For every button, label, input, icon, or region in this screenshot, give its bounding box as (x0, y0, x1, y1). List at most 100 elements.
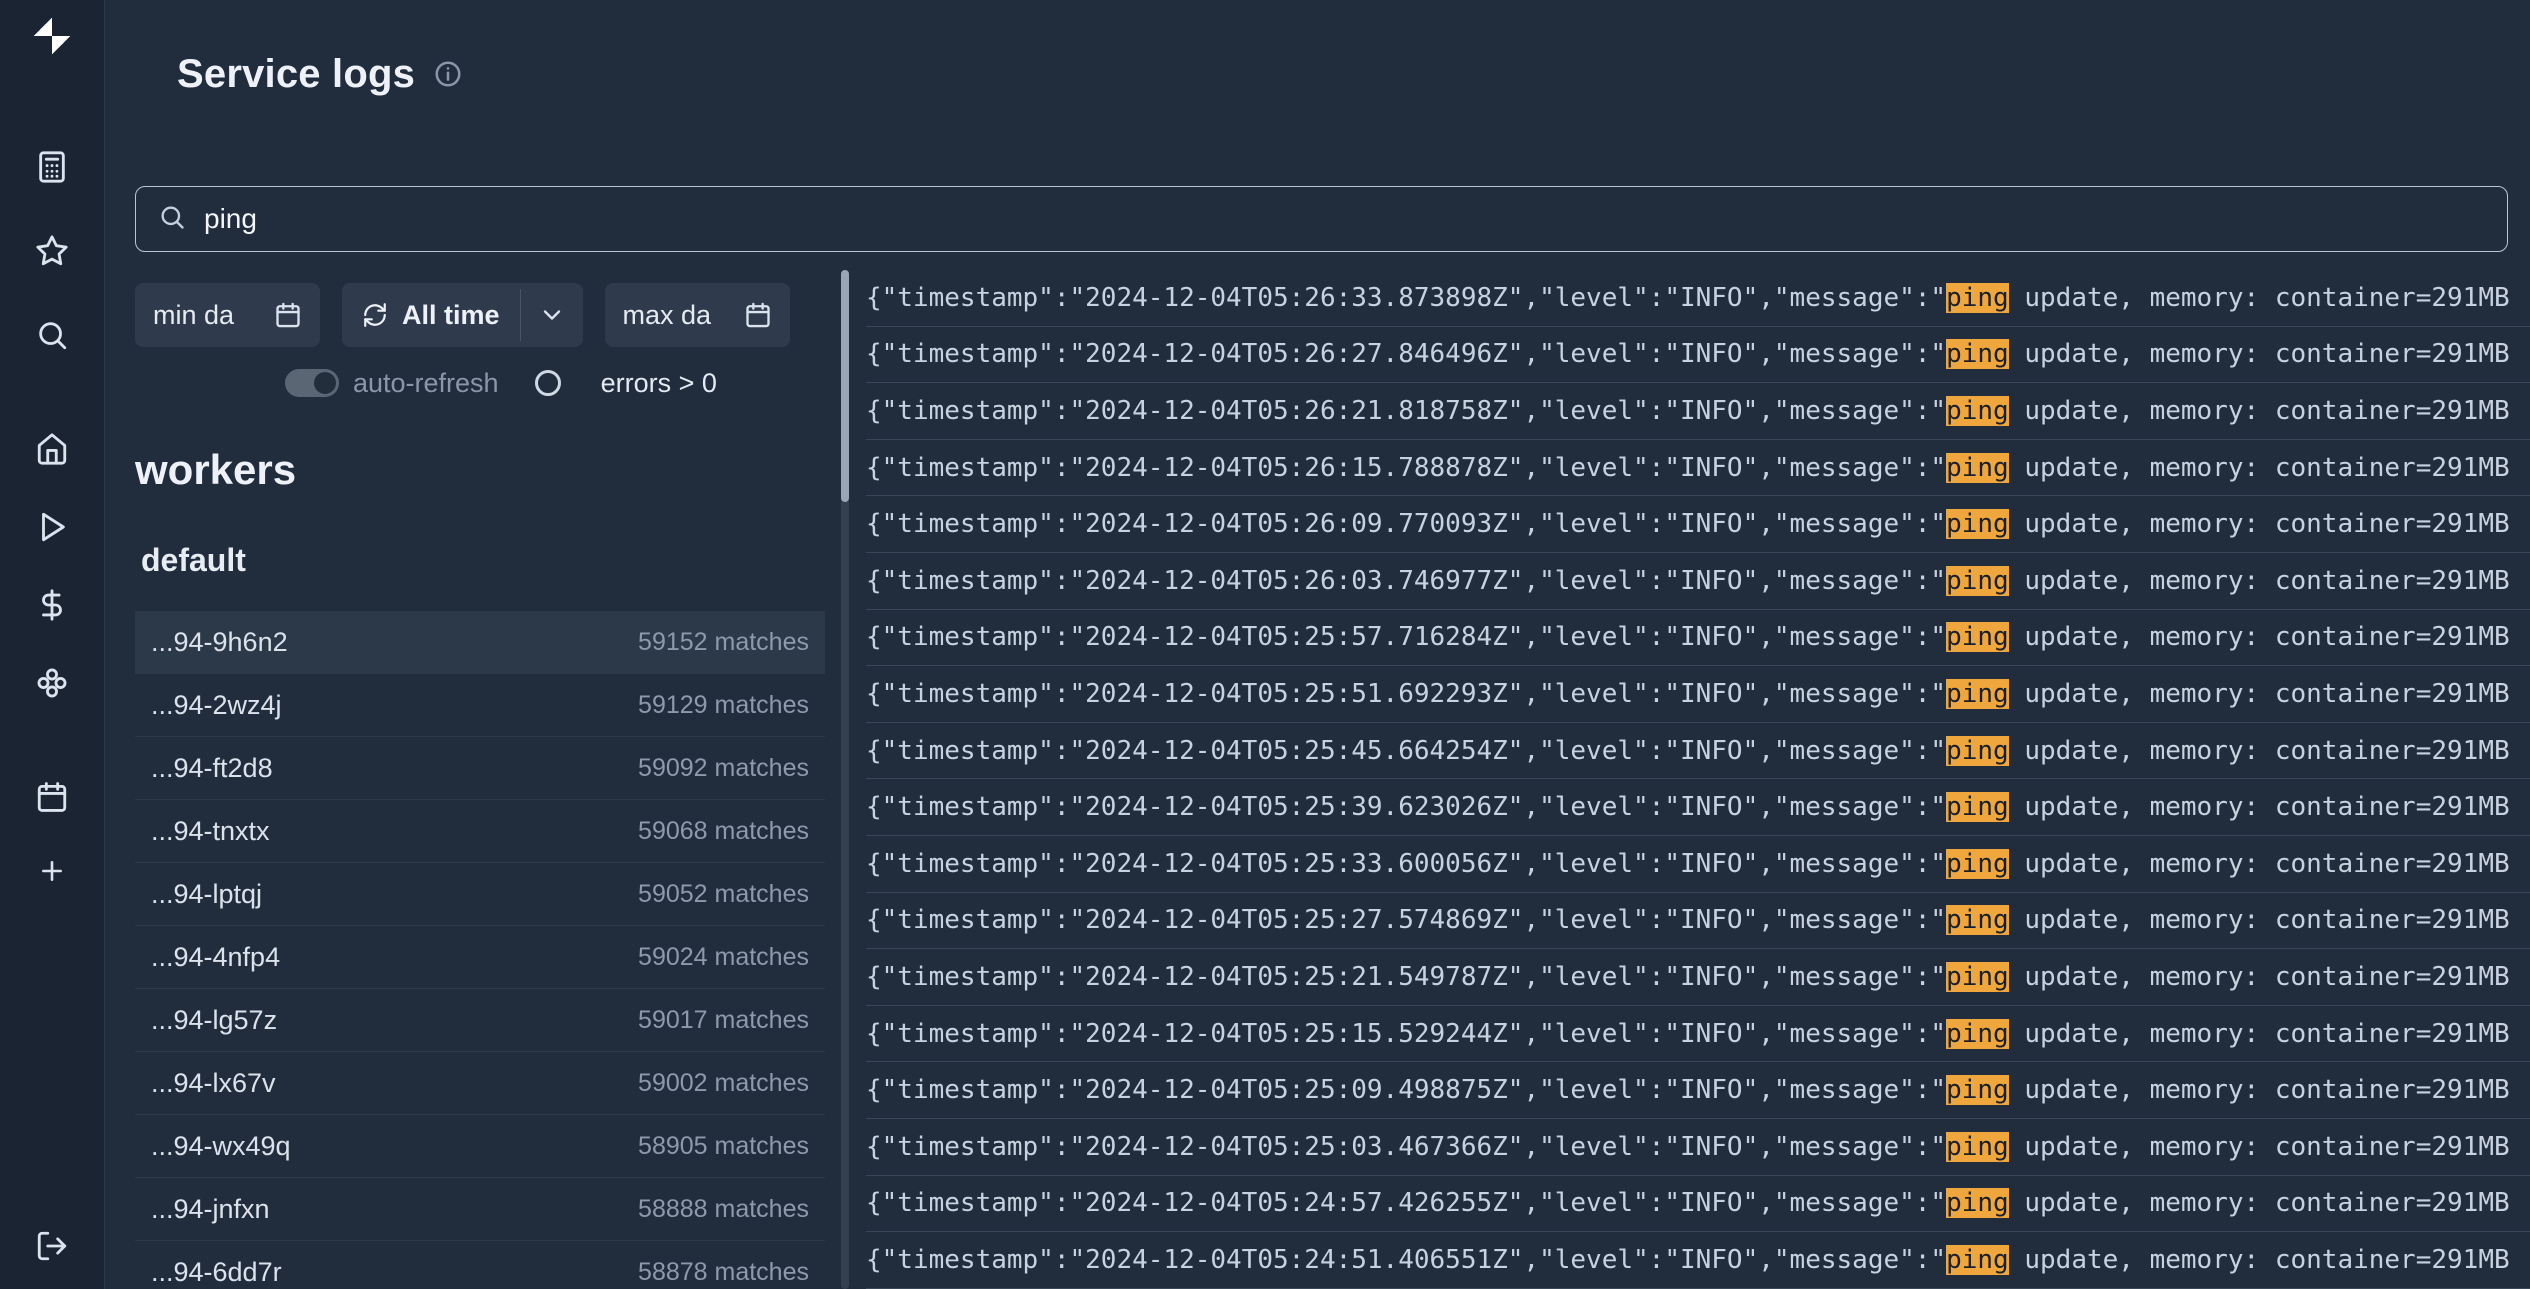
log-text: update, memory: container=291MB (2009, 622, 2510, 652)
worker-match-count: 59068 matches (638, 817, 809, 846)
min-date-label: min da (153, 300, 234, 331)
log-row: {"timestamp":"2024-12-04T05:26:27.846496… (866, 327, 2530, 384)
log-panel: {"timestamp":"2024-12-04T05:26:33.873898… (838, 270, 2530, 1289)
log-text: update, memory: container=291MB (2009, 1132, 2510, 1162)
max-date-button[interactable]: max da (605, 283, 790, 347)
search-match-highlight: ping (1946, 905, 2009, 935)
flower-icon[interactable] (35, 666, 69, 700)
log-text: {"timestamp":"2024-12-04T05:25:57.716284… (866, 622, 1946, 652)
worker-match-count: 59017 matches (638, 1006, 809, 1035)
search-match-highlight: ping (1946, 566, 2009, 596)
play-icon[interactable] (35, 510, 69, 544)
time-range-dropdown[interactable]: All time (342, 283, 583, 347)
errors-toggle-label: errors > 0 (601, 368, 717, 399)
log-row: {"timestamp":"2024-12-04T05:26:03.746977… (866, 553, 2530, 610)
worker-row[interactable]: ...94-lx67v59002 matches (135, 1052, 825, 1115)
log-text: update, memory: container=291MB (2009, 792, 2510, 822)
log-list: {"timestamp":"2024-12-04T05:26:33.873898… (866, 270, 2530, 1289)
worker-match-count: 58905 matches (638, 1132, 809, 1161)
log-row: {"timestamp":"2024-12-04T05:25:15.529244… (866, 1006, 2530, 1063)
log-text: update, memory: container=291MB (2009, 509, 2510, 539)
worker-match-count: 59024 matches (638, 943, 809, 972)
worker-match-count: 59152 matches (638, 628, 809, 657)
log-text: {"timestamp":"2024-12-04T05:26:03.746977… (866, 566, 1946, 596)
worker-id: ...94-jnfxn (151, 1194, 270, 1225)
calendar-icon (744, 301, 772, 329)
worker-row[interactable]: ...94-wx49q58905 matches (135, 1115, 825, 1178)
log-text: update, memory: container=291MB (2009, 396, 2510, 426)
search-icon (158, 203, 186, 236)
log-text: update, memory: container=291MB (2009, 339, 2510, 369)
refresh-icon (362, 302, 388, 328)
log-text: update, memory: container=291MB (2009, 736, 2510, 766)
min-date-button[interactable]: min da (135, 283, 320, 347)
log-text: update, memory: container=291MB (2009, 1019, 2510, 1049)
log-text: update, memory: container=291MB (2009, 453, 2510, 483)
search-match-highlight: ping (1946, 679, 2009, 709)
log-text: update, memory: container=291MB (2009, 1075, 2510, 1105)
worker-row[interactable]: ...94-lptqj59052 matches (135, 863, 825, 926)
errors-toggle[interactable] (533, 369, 587, 397)
plus-icon[interactable] (39, 858, 65, 884)
worker-row[interactable]: ...94-lg57z 59017 matches (135, 989, 825, 1052)
log-text: {"timestamp":"2024-12-04T05:24:51.406551… (866, 1245, 1946, 1275)
logout-icon[interactable] (35, 1229, 69, 1263)
log-scrollbar (838, 270, 852, 1289)
calendar-icon[interactable] (35, 780, 69, 814)
worker-row[interactable]: ...94-jnfxn58888 matches (135, 1178, 825, 1241)
app-window: Service logs (0, 0, 2530, 1289)
info-icon[interactable] (433, 59, 463, 94)
worker-match-count: 59052 matches (638, 880, 809, 909)
scrollbar-thumb[interactable] (841, 270, 849, 502)
search-match-highlight: ping (1946, 849, 2009, 879)
log-row: {"timestamp":"2024-12-04T05:26:15.788878… (866, 440, 2530, 497)
search-match-highlight: ping (1946, 622, 2009, 652)
log-row: {"timestamp":"2024-12-04T05:25:21.549787… (866, 949, 2530, 1006)
search-match-highlight: ping (1946, 962, 2009, 992)
calculator-icon[interactable] (35, 150, 69, 184)
search-match-highlight: ping (1946, 283, 2009, 313)
log-text: {"timestamp":"2024-12-04T05:25:09.498875… (866, 1075, 1946, 1105)
log-row: {"timestamp":"2024-12-04T05:24:51.406551… (866, 1232, 2530, 1289)
dollar-icon[interactable] (35, 588, 69, 622)
log-row: {"timestamp":"2024-12-04T05:25:09.498875… (866, 1062, 2530, 1119)
worker-id: ...94-4nfp4 (151, 942, 280, 973)
worker-row[interactable]: ...94-ft2d8 59092 matches (135, 737, 825, 800)
search-match-highlight: ping (1946, 1019, 2009, 1049)
log-text: {"timestamp":"2024-12-04T05:26:09.770093… (866, 509, 1946, 539)
worker-row[interactable]: ...94-2wz4j59129 matches (135, 674, 825, 737)
time-range-main[interactable]: All time (342, 283, 520, 347)
home-icon[interactable] (35, 432, 69, 466)
log-text: update, memory: container=291MB (2009, 1245, 2510, 1275)
search-match-highlight: ping (1946, 339, 2009, 369)
worker-id: ...94-ft2d8 (151, 753, 273, 784)
worker-match-count: 59092 matches (638, 754, 809, 783)
log-row: {"timestamp":"2024-12-04T05:25:57.716284… (866, 610, 2530, 667)
auto-refresh-toggle[interactable] (285, 369, 339, 397)
search-match-highlight: ping (1946, 1188, 2009, 1218)
max-date-label: max da (623, 300, 712, 331)
log-text: {"timestamp":"2024-12-04T05:25:21.549787… (866, 962, 1946, 992)
sidebar (0, 0, 105, 1289)
time-range-expand-button[interactable] (521, 283, 583, 347)
search-icon[interactable] (35, 318, 69, 352)
log-text: update, memory: container=291MB (2009, 905, 2510, 935)
page-title: Service logs (177, 50, 415, 98)
search-match-highlight: ping (1946, 509, 2009, 539)
main-panel: Service logs (105, 0, 2530, 1289)
log-text: {"timestamp":"2024-12-04T05:26:33.873898… (866, 283, 1946, 313)
worker-id: ...94-lg57z (151, 1005, 277, 1036)
worker-row[interactable]: ...94-9h6n259152 matches (135, 611, 825, 674)
log-row: {"timestamp":"2024-12-04T05:26:21.818758… (866, 383, 2530, 440)
worker-row[interactable]: ...94-tnxtx59068 matches (135, 800, 825, 863)
search-match-highlight: ping (1946, 453, 2009, 483)
log-row: {"timestamp":"2024-12-04T05:25:51.692293… (866, 666, 2530, 723)
app-logo-icon[interactable] (30, 14, 74, 58)
worker-list: ...94-9h6n259152 matches...94-2wz4j59129… (135, 611, 825, 1289)
search-input[interactable] (204, 203, 2485, 235)
worker-row[interactable]: ...94-6dd7r58878 matches (135, 1241, 825, 1289)
toggle-row: auto-refresh errors > 0 (285, 363, 825, 403)
worker-id: ...94-2wz4j (151, 690, 282, 721)
worker-row[interactable]: ...94-4nfp4 59024 matches (135, 926, 825, 989)
star-icon[interactable] (35, 234, 69, 268)
